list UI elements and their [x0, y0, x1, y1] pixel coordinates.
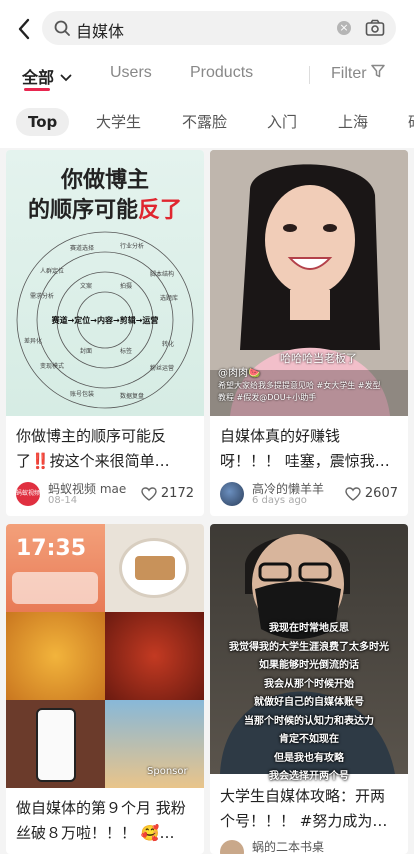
- collage-phone-screen: 17:35: [6, 524, 105, 612]
- post-thumbnail: 你做博主 的顺序可能反了 赛道选择 行业分析人群定位 脚本结构 需求分析 选题库差异化…: [6, 150, 204, 416]
- post-date: 6 days ago: [252, 495, 307, 506]
- search-icon: [54, 20, 70, 36]
- svg-text:账号包装: 账号包装: [70, 390, 94, 398]
- svg-text:转化: 转化: [162, 340, 174, 348]
- top-bar: 自媒体 × 全部 Users Products Filter Top 大学生 不…: [0, 0, 414, 148]
- clock-display: 17:35: [16, 536, 87, 561]
- thumbnail-title-line1: 你做博主: [60, 168, 149, 193]
- clear-icon[interactable]: ×: [337, 21, 351, 35]
- chip-university[interactable]: 大学生: [84, 108, 153, 136]
- mind-map-diagram: 赛道选择 行业分析人群定位 脚本结构 需求分析 选题库差异化 转化 变现模式 粉丝运营账号…: [16, 231, 194, 409]
- post-card[interactable]: 我现在时常地反思 我觉得我的大学生涯浪费了太多时光 如果能够时光倒流的话 我会从…: [210, 524, 408, 854]
- svg-text:文案: 文案: [80, 282, 92, 290]
- back-arrow-icon: [18, 18, 30, 40]
- post-thumbnail-collage: 17:35 Sponsor: [6, 524, 204, 788]
- chip-beginner[interactable]: 入门: [255, 108, 309, 136]
- chip-more[interactable]: 研: [396, 108, 414, 136]
- svg-text:粉丝运营: 粉丝运营: [150, 364, 174, 372]
- post-title: 你做博主的顺序可能反 了‼️按这个来很简单…: [16, 427, 170, 470]
- search-bar[interactable]: 自媒体 ×: [42, 11, 396, 45]
- svg-text:脚本结构: 脚本结构: [150, 270, 174, 278]
- chevron-down-icon: [61, 74, 72, 82]
- avatar: [220, 840, 244, 854]
- post-title: 自媒体真的好赚钱 呀！！！ 哇塞，震惊我…: [220, 427, 390, 470]
- svg-text:赛道选择: 赛道选择: [70, 244, 94, 252]
- svg-text:封面: 封面: [80, 347, 92, 355]
- post-card[interactable]: 17:35 Sponsor 做自媒体的第９个月 我粉 丝破８万啦！！！ 🥰…: [6, 524, 204, 854]
- filter-icon: [371, 64, 385, 78]
- chip-shanghai[interactable]: 上海: [326, 108, 380, 136]
- like-button[interactable]: 2607: [345, 486, 398, 501]
- post-thumbnail: 我现在时常地反思 我觉得我的大学生涯浪费了太多时光 如果能够时光倒流的话 我会从…: [210, 524, 408, 782]
- post-card[interactable]: @肉肉🍉 哈哈哈当老板了 希望大家给我多提提意见哈 #女大学生 #发型教程 #假…: [210, 150, 408, 516]
- overlay-caption: 哈哈哈当老板了: [280, 352, 357, 365]
- like-count: 2172: [160, 486, 194, 501]
- svg-text:变现模式: 变现模式: [40, 362, 64, 370]
- svg-text:差异化: 差异化: [24, 337, 42, 345]
- thumbnail-title-line2: 的顺序可能反了: [27, 198, 183, 223]
- post-author[interactable]: 蚂蚁视频 蚂蚁视频 mae 08-14: [16, 480, 136, 510]
- tab-users[interactable]: Users: [110, 64, 152, 82]
- collage-fried-food: [6, 612, 105, 700]
- post-author[interactable]: 蜗的二本书桌: [220, 838, 380, 854]
- svg-text:选题库: 选题库: [160, 294, 178, 302]
- svg-text:人群定位: 人群定位: [40, 267, 64, 275]
- overlay-username: @肉肉🍉: [218, 368, 261, 379]
- post-date: 08-14: [48, 495, 78, 506]
- diagram-center-label: 赛道→定位→内容→剪辑→运营: [51, 315, 159, 325]
- back-button[interactable]: [12, 16, 36, 42]
- collage-spicy-food: [105, 612, 204, 700]
- post-author[interactable]: 高冷的懒羊羊 6 days ago: [220, 480, 340, 510]
- chip-no-face[interactable]: 不露脸: [170, 108, 239, 136]
- svg-text:数据复盘: 数据复盘: [120, 392, 144, 400]
- sponsor-label: Sponsor: [147, 766, 188, 777]
- tab-all[interactable]: 全部: [22, 64, 72, 88]
- avatar: 蚂蚁视频: [16, 482, 40, 506]
- camera-search-icon[interactable]: [365, 19, 385, 37]
- overlay-description: 希望大家给我多提提意见哈 #女大学生 #发型教程 #假发@DOU+小助手: [218, 381, 381, 402]
- post-title: 做自媒体的第９个月 我粉 丝破８万啦！！！ 🥰…: [16, 799, 186, 842]
- tab-divider: [309, 66, 310, 84]
- post-card[interactable]: 你做博主 的顺序可能反了 赛道选择 行业分析人群定位 脚本结构 需求分析 选题库差异化…: [6, 150, 204, 516]
- video-subtitles: 我现在时常地反思 我觉得我的大学生涯浪费了太多时光 如果能够时光倒流的话 我会从…: [229, 623, 389, 782]
- svg-text:行业分析: 行业分析: [120, 242, 144, 250]
- collage-drink: Sponsor: [105, 700, 204, 788]
- collage-phone-app: [6, 700, 105, 788]
- active-tab-indicator: [24, 88, 50, 91]
- collage-food-plate: [105, 524, 204, 612]
- post-title: 大学生自媒体攻略：开两 个号！！！ #努力成为…: [220, 787, 388, 830]
- tab-products[interactable]: Products: [190, 64, 253, 82]
- keyword-chips: Top 大学生 不露脸 入门 上海 研: [0, 106, 414, 138]
- like-count: 2607: [364, 486, 398, 501]
- author-name: 蜗的二本书桌: [252, 840, 325, 854]
- chip-top[interactable]: Top: [16, 108, 70, 136]
- heart-icon: [345, 486, 361, 501]
- search-query[interactable]: 自媒体: [76, 18, 124, 42]
- svg-text:标签: 标签: [120, 347, 132, 355]
- heart-icon: [141, 486, 157, 501]
- svg-text:需求分析: 需求分析: [30, 292, 54, 300]
- svg-text:拍摄: 拍摄: [120, 282, 132, 290]
- result-tabs: 全部 Users Products Filter: [0, 58, 414, 94]
- filter-button[interactable]: Filter: [331, 64, 385, 83]
- like-button[interactable]: 2172: [141, 486, 194, 501]
- post-thumbnail: @肉肉🍉 哈哈哈当老板了 希望大家给我多提提意见哈 #女大学生 #发型教程 #假…: [210, 150, 408, 416]
- avatar: [220, 482, 244, 506]
